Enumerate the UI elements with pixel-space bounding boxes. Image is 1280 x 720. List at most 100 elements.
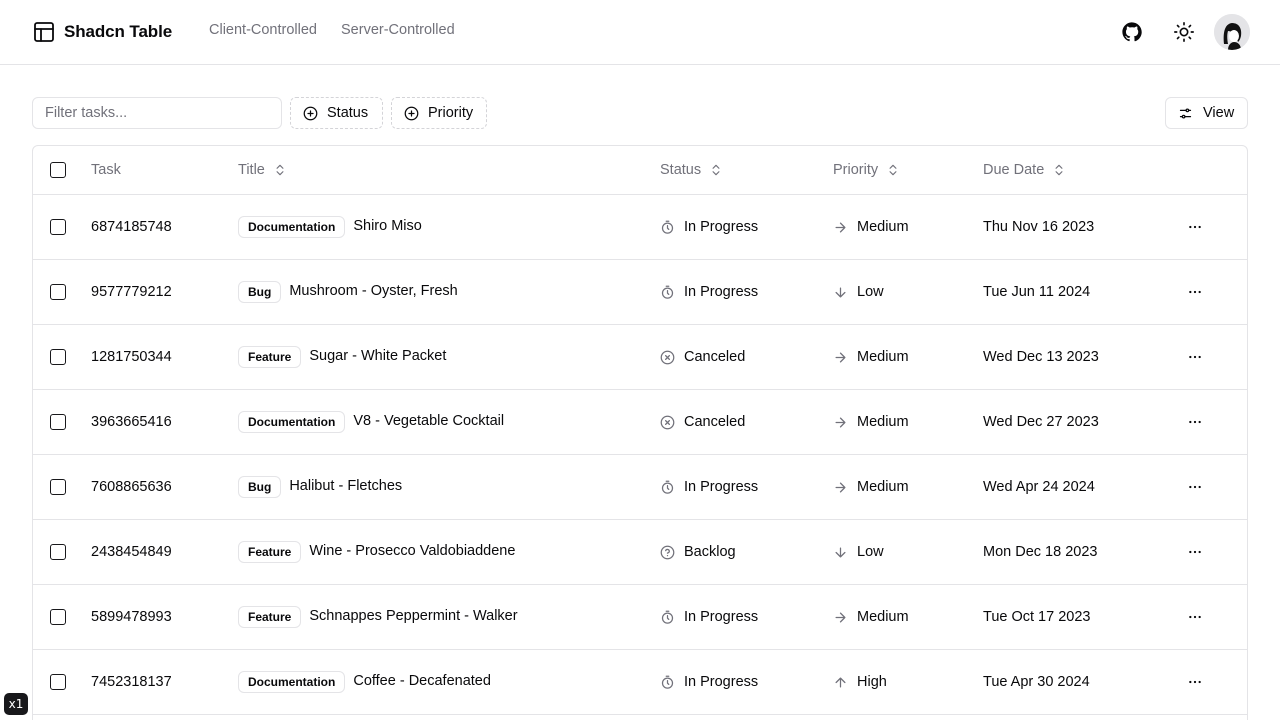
column-priority-label: Priority [833,162,879,178]
due-date-cell: Tue Oct 17 2023 [983,585,1090,649]
task-id: 5899478993 [91,609,172,625]
github-button[interactable] [1114,14,1150,50]
arrow-up-icon [835,677,846,687]
title-cell: Feature Schnappes Peppermint - Walker [238,585,518,649]
label-badge: Feature [238,606,302,628]
status-cell: In Progress [660,650,758,714]
site-header: Shadcn Table Client-Controlled Server-Co… [0,0,1280,65]
table-row: 5899478993 Feature Schnappes Peppermint - … [33,585,1247,650]
timer-icon [661,220,674,234]
label-badge: Feature [238,541,302,563]
arrow-down-icon [835,547,846,557]
more-horizontal-icon [1189,615,1201,619]
row-select-checkbox[interactable] [50,349,66,365]
title-cell: Feature Wine - Prosecco Valdobiaddene [238,520,515,584]
due-date-cell: Wed Apr 24 2024 [983,455,1095,519]
task-title: Schnappes Peppermint - Walker [309,608,518,624]
task-id: 9577779212 [91,284,172,300]
sun-icon [1174,22,1194,42]
column-header-status[interactable]: Status [660,146,723,194]
row-actions-button[interactable] [1183,345,1207,369]
main-nav: Client-Controlled Server-Controlled [209,22,455,38]
sort-icon [889,164,897,176]
due-date: Tue Apr 30 2024 [983,674,1090,690]
label-badge: Documentation [238,216,346,238]
status-text: Backlog [684,544,736,560]
more-horizontal-icon [1189,420,1201,424]
column-header-due-date[interactable]: Due Date [983,146,1066,194]
priority-cell: Medium [833,195,909,259]
status-text: In Progress [684,219,759,235]
row-actions-button[interactable] [1183,410,1207,434]
brand-name: Shadcn Table [64,22,173,41]
theme-toggle-button[interactable] [1166,14,1202,50]
column-due-label: Due Date [983,162,1045,178]
timer-icon [661,285,674,299]
status-cell: Canceled [660,325,745,389]
task-id-cell: 3963665416 [91,390,172,454]
column-header-title[interactable]: Title [238,146,287,194]
status-text: Canceled [684,349,746,365]
row-actions-button[interactable] [1183,605,1207,629]
task-id: 2438454849 [91,544,172,560]
table-row: 3963665416 Documentation V8 - Vegetable Co… [33,390,1247,455]
status-cell: In Progress [660,585,758,649]
row-select-checkbox[interactable] [50,674,66,690]
table-row: 1281750344 Feature Sugar - White Packet Can… [33,325,1247,390]
arrow-right-icon [835,612,846,622]
title-cell: Bug Halibut - Fletches [238,455,402,519]
row-select-checkbox[interactable] [50,544,66,560]
task-id-cell: 7452318137 [91,650,172,714]
brand[interactable]: Shadcn Table [32,20,172,44]
avatar[interactable] [1214,14,1250,50]
row-select-checkbox[interactable] [50,609,66,625]
row-select-checkbox[interactable] [50,479,66,495]
filter-tasks-input[interactable] [32,97,282,129]
task-title: Sugar - White Packet [309,348,447,364]
label-badge: Bug [238,281,282,303]
view-options-button[interactable]: View [1165,97,1248,129]
row-select-checkbox[interactable] [50,284,66,300]
status-cell: Backlog [660,520,736,584]
select-all-checkbox[interactable] [50,162,66,178]
row-select-checkbox[interactable] [50,414,66,430]
title-cell: Documentation V8 - Vegetable Cocktail [238,390,504,454]
priority-filter-button[interactable]: Priority [391,97,487,129]
row-select-checkbox[interactable] [50,219,66,235]
priority-cell: High [833,650,887,714]
tasks-table: Task Title Status Priority Due Date 6874… [32,145,1248,720]
sort-icon [712,164,720,176]
status-filter-button[interactable]: Status [290,97,383,129]
row-actions-button[interactable] [1183,475,1207,499]
row-actions-button[interactable] [1183,670,1207,694]
priority-text: Medium [857,414,909,430]
task-id-cell: 7608865636 [91,455,172,519]
status-text: Canceled [684,414,746,430]
priority-text: High [857,674,887,690]
label-badge: Bug [238,476,282,498]
arrow-down-icon [835,287,846,297]
task-id-cell: 5899478993 [91,585,172,649]
column-title-label: Title [238,162,265,178]
row-actions-button[interactable] [1183,280,1207,304]
status-cell: In Progress [660,260,758,324]
nav-client-controlled[interactable]: Client-Controlled [209,22,317,38]
task-title: V8 - Vegetable Cocktail [353,413,505,429]
status-cell: In Progress [660,195,758,259]
sort-icon [276,164,284,176]
row-actions-button[interactable] [1183,540,1207,564]
label-badge: Documentation [238,671,346,693]
arrow-right-icon [835,352,846,362]
priority-cell: Low [833,260,884,324]
table-row: 6874185748 Documentation Shiro Miso In Prog… [33,195,1247,260]
column-header-priority[interactable]: Priority [833,146,900,194]
nav-server-controlled[interactable]: Server-Controlled [341,22,455,38]
task-id: 3963665416 [91,414,172,430]
title-cell: Feature Sugar - White Packet [238,325,446,389]
task-title: Wine - Prosecco Valdobiaddene [309,543,516,559]
due-date: Wed Dec 27 2023 [983,414,1099,430]
corner-badge: x1 [4,693,28,715]
task-title: Mushroom - Oyster, Fresh [289,283,458,299]
row-actions-button[interactable] [1183,215,1207,239]
arrow-right-icon [835,417,846,427]
